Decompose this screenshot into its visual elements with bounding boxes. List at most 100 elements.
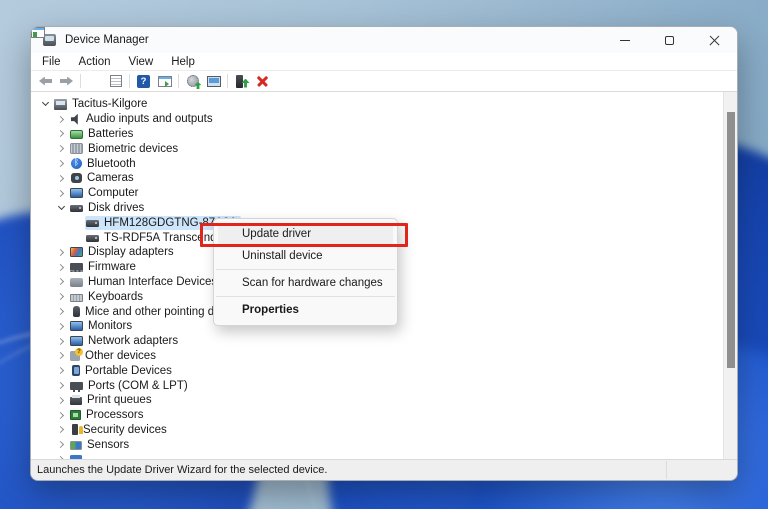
maximize-icon	[665, 36, 674, 45]
tree-row-content[interactable]: Human Interface Devices	[69, 275, 221, 289]
expander-collapsed-icon[interactable]	[53, 339, 69, 344]
expander-collapsed-icon[interactable]	[53, 398, 69, 403]
tree-row-content[interactable]: Other devices	[69, 349, 160, 363]
tree-row-content[interactable]: Display adapters	[69, 245, 178, 259]
tree-row-content[interactable]: Computer	[69, 186, 143, 200]
tree-row-content[interactable]: Network adapters	[69, 334, 182, 348]
show-console-tree-icon[interactable]	[84, 72, 105, 90]
context-menu-separator	[216, 296, 395, 297]
close-icon	[709, 35, 720, 46]
tree-row-label: Audio inputs and outputs	[86, 113, 213, 125]
tree-row-label: Biometric devices	[88, 143, 178, 155]
expander-collapsed-icon[interactable]	[53, 117, 69, 122]
tree-row[interactable]: Disk drives	[31, 201, 723, 216]
expander-collapsed-icon[interactable]	[53, 324, 69, 329]
help-icon[interactable]: ?	[133, 72, 154, 90]
tree-row[interactable]: Network adapters	[31, 334, 723, 349]
minimize-icon	[620, 40, 630, 41]
expander-expanded-icon[interactable]	[37, 100, 53, 108]
menu-view[interactable]: View	[120, 53, 163, 71]
tree-row[interactable]: Processors	[31, 408, 723, 423]
expander-collapsed-icon[interactable]	[53, 309, 69, 314]
tree-row[interactable]: Sensors	[31, 437, 723, 452]
expander-collapsed-icon[interactable]	[53, 427, 69, 432]
chevron-glyph	[56, 116, 63, 123]
forward-icon[interactable]	[56, 72, 77, 90]
remote-computer-icon[interactable]	[203, 72, 224, 90]
expander-collapsed-icon[interactable]	[53, 265, 69, 270]
tree-row[interactable]: Ports (COM & LPT)	[31, 378, 723, 393]
tree-row-content[interactable]	[69, 454, 91, 459]
tree-row-content[interactable]: Ports (COM & LPT)	[69, 379, 192, 393]
tree-row-content[interactable]: Processors	[69, 408, 148, 422]
expander-collapsed-icon[interactable]	[53, 442, 69, 447]
expander-collapsed-icon[interactable]	[53, 161, 69, 166]
tree-row-content[interactable]: ᛒBluetooth	[69, 157, 140, 171]
vertical-scrollbar[interactable]	[723, 92, 737, 459]
expander-collapsed-icon[interactable]	[53, 176, 69, 181]
properties-icon[interactable]	[105, 72, 126, 90]
tree-row-content[interactable]: Portable Devices	[69, 364, 176, 378]
context-menu-item-uninstall-device[interactable]: Uninstall device	[218, 245, 393, 267]
tree-row-content[interactable]: Disk drives	[69, 201, 148, 215]
uninstall-device-icon[interactable]	[252, 72, 273, 90]
tree-row-content[interactable]: Audio inputs and outputs	[69, 112, 217, 126]
keyboard-icon	[70, 294, 83, 302]
update-driver-icon[interactable]	[231, 72, 252, 90]
tree-row-content[interactable]: Tacitus-Kilgore	[53, 97, 151, 111]
context-menu-separator	[216, 269, 395, 270]
expander-collapsed-icon[interactable]	[53, 413, 69, 418]
tree-row-content[interactable]: Batteries	[69, 127, 137, 141]
expander-collapsed-icon[interactable]	[53, 368, 69, 373]
expander-collapsed-icon[interactable]	[53, 457, 69, 459]
chevron-glyph	[56, 397, 63, 404]
expander-collapsed-icon[interactable]	[53, 131, 69, 136]
tree-row-content[interactable]: Firmware	[69, 260, 140, 274]
tree-row[interactable]: Print queues	[31, 393, 723, 408]
expander-collapsed-icon[interactable]	[53, 146, 69, 151]
tree-row[interactable]: Biometric devices	[31, 141, 723, 156]
tree-row-content[interactable]: Sensors	[69, 438, 133, 452]
expander-collapsed-icon[interactable]	[53, 250, 69, 255]
title-bar[interactable]: Device Manager	[31, 27, 737, 53]
tree-row[interactable]: Batteries	[31, 127, 723, 142]
expander-collapsed-icon[interactable]	[53, 279, 69, 284]
tree-row-content[interactable]: Monitors	[69, 319, 136, 333]
tree-row[interactable]: Portable Devices	[31, 363, 723, 378]
tree-row[interactable]: Computer	[31, 186, 723, 201]
tree-row[interactable]: Cameras	[31, 171, 723, 186]
menu-help[interactable]: Help	[162, 53, 204, 71]
context-menu-item-scan-for-hardware-changes[interactable]: Scan for hardware changes	[218, 272, 393, 294]
tree-row[interactable]	[31, 452, 723, 459]
tree-row-content[interactable]: Print queues	[69, 393, 156, 407]
tree-row-content[interactable]: Keyboards	[69, 290, 147, 304]
expander-collapsed-icon[interactable]	[53, 294, 69, 299]
tree-row[interactable]: Other devices	[31, 349, 723, 364]
action-pane-icon[interactable]	[154, 72, 175, 90]
printer-icon	[70, 397, 82, 405]
menu-bar: FileActionViewHelp	[31, 53, 737, 71]
back-icon[interactable]	[35, 72, 56, 90]
tree-row-content[interactable]: Cameras	[69, 171, 138, 185]
tree-row-label: Keyboards	[88, 291, 143, 303]
expander-expanded-icon[interactable]	[53, 204, 69, 212]
scrollbar-thumb[interactable]	[727, 112, 735, 368]
minimize-button[interactable]	[602, 27, 647, 53]
tree-row[interactable]: ᛒBluetooth	[31, 156, 723, 171]
scan-hardware-changes-icon[interactable]	[182, 72, 203, 90]
expander-collapsed-icon[interactable]	[53, 353, 69, 358]
close-button[interactable]	[692, 27, 737, 53]
tree-row[interactable]: Security devices	[31, 423, 723, 438]
tree-row-content[interactable]: Biometric devices	[69, 142, 182, 156]
expander-collapsed-icon[interactable]	[53, 191, 69, 196]
chevron-glyph	[56, 352, 63, 359]
status-bar: Launches the Update Driver Wizard for th…	[31, 460, 737, 480]
menu-file[interactable]: File	[33, 53, 70, 71]
context-menu-item-properties[interactable]: Properties	[218, 299, 393, 321]
tree-row[interactable]: Tacitus-Kilgore	[31, 97, 723, 112]
tree-row[interactable]: Audio inputs and outputs	[31, 112, 723, 127]
tree-row-content[interactable]: Security devices	[69, 423, 171, 437]
menu-action[interactable]: Action	[70, 53, 120, 71]
expander-collapsed-icon[interactable]	[53, 383, 69, 388]
maximize-button[interactable]	[647, 27, 692, 53]
